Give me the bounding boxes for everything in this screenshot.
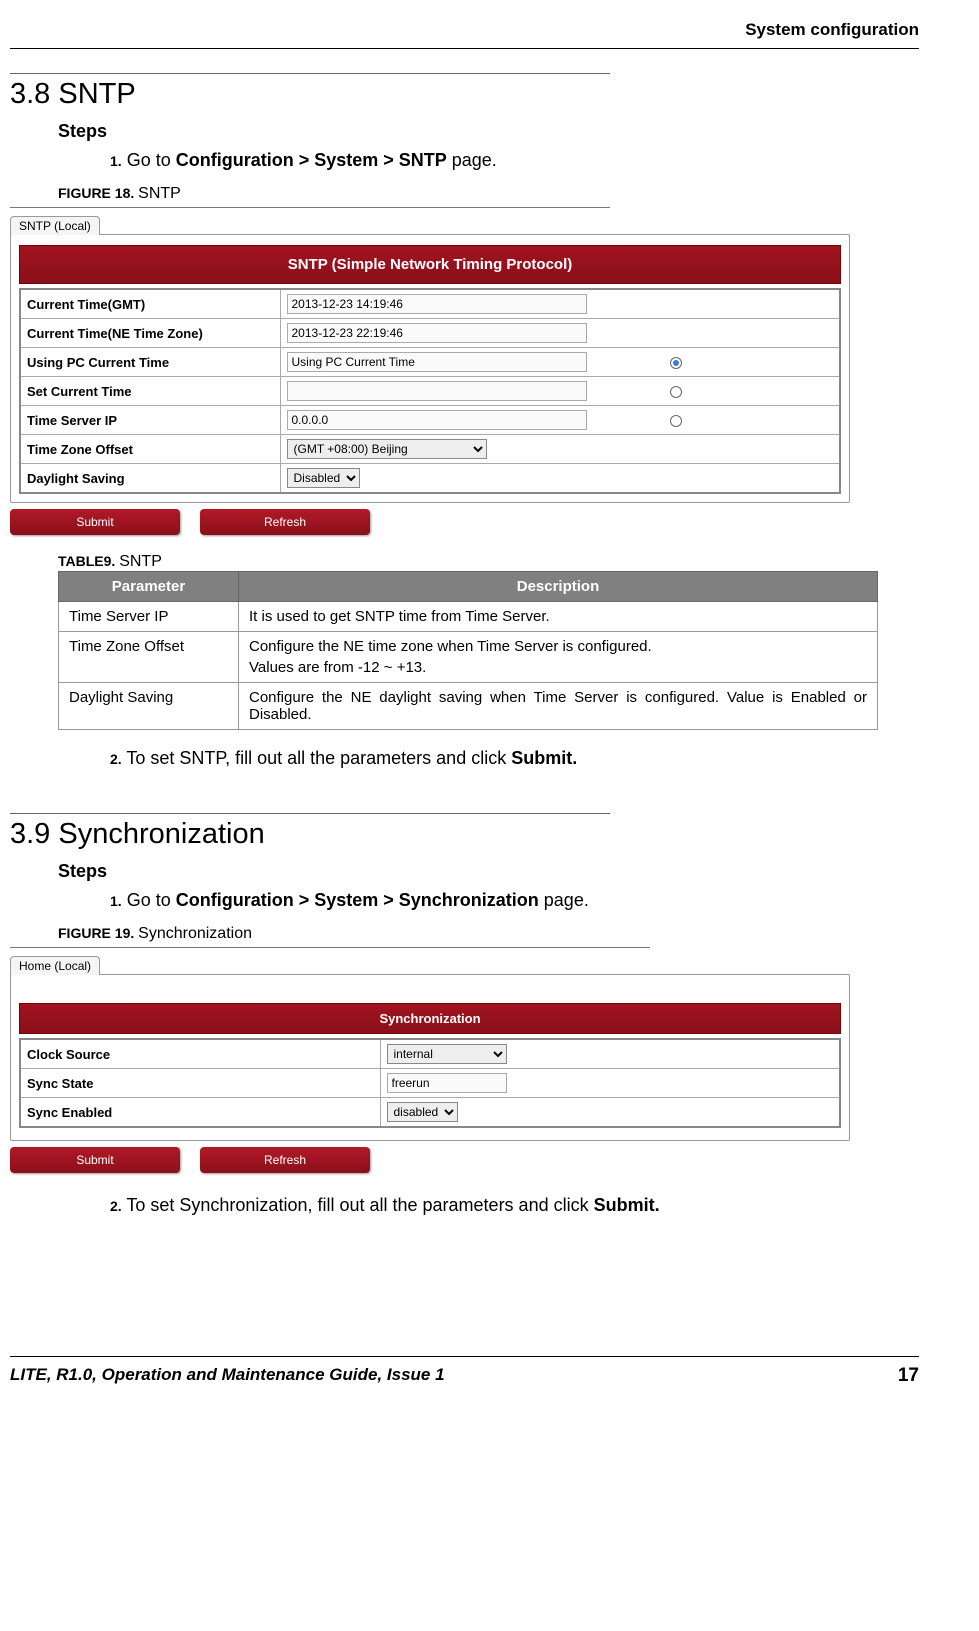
submit-button[interactable]: Submit — [10, 509, 180, 535]
current-time-ne-input[interactable] — [287, 323, 587, 343]
cell-desc: Configure the NE daylight saving when Ti… — [239, 683, 878, 730]
step-2: 2. To set SNTP, fill out all the paramet… — [110, 748, 919, 769]
fig-rule — [10, 207, 610, 208]
using-pc-time-input[interactable] — [287, 352, 587, 372]
page-footer: LITE, R1.0, Operation and Maintenance Gu… — [10, 1356, 919, 1387]
clock-source-select[interactable]: internal — [387, 1044, 507, 1064]
step-num: 2. — [110, 751, 122, 767]
col-description: Description — [239, 572, 878, 602]
cell-desc: Configure the NE time zone when Time Ser… — [239, 632, 878, 683]
set-current-time-input[interactable] — [287, 381, 587, 401]
figure-19-caption: FIGURE 19. Synchronization — [58, 925, 919, 943]
fig18-buttons: Submit Refresh — [10, 509, 850, 535]
step-text-bold: Configuration > System > Synchronization — [176, 890, 539, 910]
cell-param: Time Server IP — [59, 602, 239, 632]
fig18-panel: SNTP (Simple Network Timing Protocol) Cu… — [10, 234, 850, 503]
fig19-table: Clock Source internal Sync State Sync En… — [19, 1038, 841, 1128]
step-text-pre: To set Synchronization, fill out all the… — [122, 1195, 594, 1215]
row-label: Daylight Saving — [20, 464, 280, 494]
cell-desc: It is used to get SNTP time from Time Se… — [239, 602, 878, 632]
sync-state-input[interactable] — [387, 1073, 507, 1093]
figure-18-caption: FIGURE 18. SNTP — [58, 185, 919, 203]
row-label: Time Server IP — [20, 406, 280, 435]
step-1: 1. Go to Configuration > System > SNTP p… — [110, 150, 919, 171]
step-text-post: page. — [539, 890, 589, 910]
using-pc-time-radio[interactable] — [670, 357, 682, 369]
cell-param: Time Zone Offset — [59, 632, 239, 683]
figure-label: FIGURE 18. — [58, 185, 138, 201]
table9-label: TABLE9. — [58, 553, 119, 569]
fig19-banner: Synchronization — [19, 1003, 841, 1034]
chapter-header: System configuration — [10, 20, 919, 40]
steps-heading: Steps — [58, 861, 919, 882]
row-label: Current Time(NE Time Zone) — [20, 319, 280, 348]
time-zone-select[interactable]: (GMT +08:00) Beijing — [287, 439, 487, 459]
table-row: Daylight Saving Configure the NE dayligh… — [59, 683, 878, 730]
time-server-ip-radio[interactable] — [670, 415, 682, 427]
figure-name: Synchronization — [138, 925, 252, 942]
fig19-tab[interactable]: Home (Local) — [10, 956, 100, 975]
table9-name: SNTP — [119, 553, 162, 570]
cell-param: Daylight Saving — [59, 683, 239, 730]
fig19-buttons: Submit Refresh — [10, 1147, 850, 1173]
row-label: Clock Source — [20, 1039, 380, 1069]
step-text-post: page. — [447, 150, 497, 170]
refresh-button[interactable]: Refresh — [200, 509, 370, 535]
step-num: 1. — [110, 893, 122, 909]
step-text-bold: Submit. — [511, 748, 577, 768]
desc-line1: Configure the NE time zone when Time Ser… — [249, 638, 867, 655]
page-number: 17 — [898, 1365, 919, 1387]
section-3-8-title: 3.8 SNTP — [10, 78, 919, 111]
refresh-button[interactable]: Refresh — [200, 1147, 370, 1173]
fig18-table: Current Time(GMT) Current Time(NE Time Z… — [19, 288, 841, 494]
step-text-pre: Go to — [122, 150, 176, 170]
row-label: Sync Enabled — [20, 1098, 380, 1128]
step-2: 2. To set Synchronization, fill out all … — [110, 1195, 919, 1216]
section-rule — [10, 813, 610, 814]
step-text-pre: Go to — [122, 890, 176, 910]
section-3-9-title: 3.9 Synchronization — [10, 818, 919, 851]
step-text-pre: To set SNTP, fill out all the parameters… — [122, 748, 512, 768]
top-rule — [10, 48, 919, 49]
step-num: 2. — [110, 1198, 122, 1214]
figure-19: Home (Local) Synchronization Clock Sourc… — [10, 954, 850, 1173]
row-label: Current Time(GMT) — [20, 289, 280, 319]
row-label: Set Current Time — [20, 377, 280, 406]
footer-title: LITE, R1.0, Operation and Maintenance Gu… — [10, 1365, 445, 1387]
table-row: Time Zone Offset Configure the NE time z… — [59, 632, 878, 683]
step-num: 1. — [110, 153, 122, 169]
row-label: Time Zone Offset — [20, 435, 280, 464]
step-text-bold: Submit. — [594, 1195, 660, 1215]
figure-18: SNTP (Local) SNTP (Simple Network Timing… — [10, 214, 850, 535]
step-1: 1. Go to Configuration > System > Synchr… — [110, 890, 919, 911]
table9-caption: TABLE9. SNTP — [58, 553, 919, 571]
sync-enabled-select[interactable]: disabled — [387, 1102, 458, 1122]
fig18-banner: SNTP (Simple Network Timing Protocol) — [19, 245, 841, 284]
set-current-time-radio[interactable] — [670, 386, 682, 398]
step-text-bold: Configuration > System > SNTP — [176, 150, 447, 170]
fig-rule — [10, 947, 650, 948]
time-server-ip-input[interactable] — [287, 410, 587, 430]
row-label: Sync State — [20, 1069, 380, 1098]
fig18-tab[interactable]: SNTP (Local) — [10, 216, 100, 235]
submit-button[interactable]: Submit — [10, 1147, 180, 1173]
table-row: Time Server IP It is used to get SNTP ti… — [59, 602, 878, 632]
row-label: Using PC Current Time — [20, 348, 280, 377]
figure-name: SNTP — [138, 185, 181, 202]
col-parameter: Parameter — [59, 572, 239, 602]
section-rule — [10, 73, 610, 74]
current-time-gmt-input[interactable] — [287, 294, 587, 314]
steps-heading: Steps — [58, 121, 919, 142]
desc-line2: Values are from -12 ~ +13. — [249, 659, 867, 676]
table9: Parameter Description Time Server IP It … — [58, 571, 878, 730]
fig19-panel: Synchronization Clock Source internal Sy… — [10, 974, 850, 1141]
figure-label: FIGURE 19. — [58, 925, 138, 941]
daylight-saving-select[interactable]: Disabled — [287, 468, 360, 488]
